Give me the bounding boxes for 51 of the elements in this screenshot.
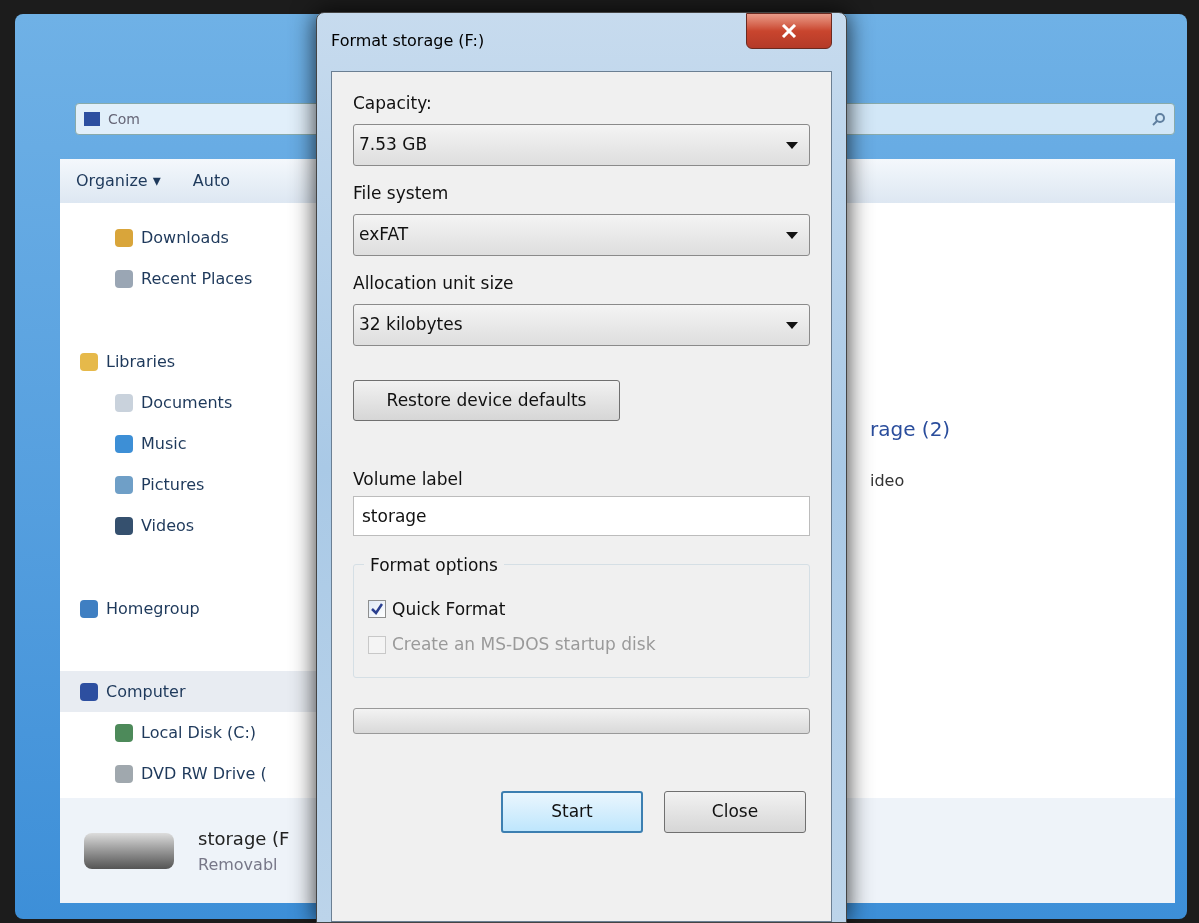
address-text: Com xyxy=(108,110,140,129)
nav-item[interactable]: Videos xyxy=(60,505,330,546)
dropdown[interactable]: exFAT xyxy=(353,214,810,256)
dropdown-arrow-icon xyxy=(786,321,798,329)
drive-icon xyxy=(84,832,174,869)
nav-label: DVD RW Drive ( xyxy=(141,762,267,785)
dialog-button[interactable]: Start xyxy=(501,790,643,833)
nav-label: Downloads xyxy=(141,226,229,249)
volume-label-field[interactable]: storage xyxy=(353,495,810,536)
nav-item[interactable]: DVD RW Drive ( xyxy=(60,753,330,794)
dialog-button[interactable]: Close xyxy=(664,790,806,833)
nav-label: Libraries xyxy=(106,350,176,373)
close-icon xyxy=(781,24,797,38)
field-label: Allocation unit size xyxy=(353,272,515,294)
nav-item[interactable]: Pictures xyxy=(60,464,330,505)
nav-item[interactable]: Local Disk (C:) xyxy=(60,712,330,753)
close-button[interactable] xyxy=(746,13,832,49)
folder-icon xyxy=(84,112,100,126)
nav-item[interactable]: Downloads xyxy=(60,217,330,258)
nav-label: Music xyxy=(141,432,187,455)
drive-name: storage (F xyxy=(198,826,290,851)
dialog-title: Format storage (F:) xyxy=(331,30,485,52)
group-heading: rage (2) xyxy=(870,416,951,443)
nav-label: Recent Places xyxy=(141,267,253,290)
field-label: Capacity: xyxy=(353,92,433,114)
nav-label: Homegroup xyxy=(106,597,200,620)
dropdown-arrow-icon xyxy=(786,231,798,239)
dropdown[interactable]: 7.53 GB xyxy=(353,124,810,166)
field-label: Volume label xyxy=(353,468,464,491)
dropdown-arrow-icon xyxy=(786,141,798,149)
toolbar-item[interactable]: Organize ▾ xyxy=(76,169,161,193)
drive-type: Removabl xyxy=(198,853,279,876)
restore-defaults-button[interactable]: Restore device defaults xyxy=(353,380,620,421)
toolbar-item[interactable]: Auto xyxy=(192,169,230,193)
nav-label: Local Disk (C:) xyxy=(141,721,257,744)
item-label: ideo xyxy=(870,470,905,492)
nav-label: Documents xyxy=(141,391,233,414)
checkbox[interactable] xyxy=(368,600,386,619)
nav-label: Pictures xyxy=(141,473,205,496)
nav-label: Videos xyxy=(141,514,195,537)
field-label: File system xyxy=(353,182,450,204)
nav-item[interactable]: Music xyxy=(60,423,330,464)
dropdown[interactable]: 32 kilobytes xyxy=(353,304,810,346)
nav-item[interactable]: Homegroup xyxy=(60,588,330,629)
nav-label: Computer xyxy=(106,680,186,703)
nav-item[interactable]: Recent Places xyxy=(60,258,330,299)
nav-item[interactable]: Documents xyxy=(60,382,330,423)
checkbox-label: Quick Format xyxy=(392,597,506,621)
search-icon xyxy=(1152,112,1166,126)
checkbox-label: Create an MS-DOS startup disk xyxy=(392,633,656,656)
nav-item[interactable]: Libraries xyxy=(60,341,330,382)
